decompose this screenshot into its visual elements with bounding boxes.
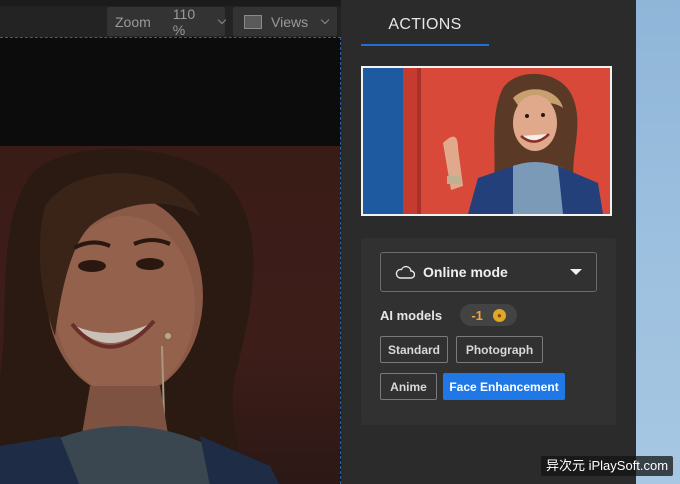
zoom-label: Zoom <box>115 13 151 30</box>
desktop-background-strip <box>636 0 680 484</box>
canvas-photo <box>0 146 340 484</box>
preview-thumbnail <box>361 66 612 216</box>
preview-image <box>363 68 610 214</box>
zoom-value: 110 % <box>172 5 196 38</box>
chevron-down-icon <box>320 15 330 24</box>
model-option-anime[interactable]: Anime <box>380 373 437 400</box>
image-canvas[interactable] <box>0 37 341 484</box>
tab-actions[interactable]: ACTIONS <box>361 6 489 46</box>
views-icon <box>244 14 262 29</box>
cloud-icon <box>395 265 415 279</box>
views-label: Views <box>271 13 309 30</box>
actions-panel: ACTIONS Online mode AI models -1 ● Stand… <box>341 0 636 484</box>
enhance-settings-card: Online mode AI models -1 ● Standard Phot… <box>361 238 616 425</box>
model-option-standard[interactable]: Standard <box>380 336 448 363</box>
mode-select-value: Online mode <box>423 264 508 280</box>
mode-select[interactable]: Online mode <box>380 252 597 292</box>
ai-models-row: AI models -1 ● <box>380 304 518 326</box>
model-option-photograph[interactable]: Photograph <box>456 336 543 363</box>
model-option-face-enhancement[interactable]: Face Enhancement <box>443 373 565 400</box>
ai-models-label: AI models <box>380 307 443 323</box>
zoom-dropdown[interactable]: Zoom 110 % <box>107 5 227 38</box>
credit-cost-value: -1 <box>471 307 483 323</box>
watermark: 异次元 iPlaySoft.com <box>541 456 674 476</box>
views-dropdown[interactable]: Views <box>233 7 337 36</box>
credit-cost-badge: -1 ● <box>460 304 518 326</box>
chevron-down-icon <box>217 15 227 24</box>
portrait-image <box>0 148 279 484</box>
caret-down-icon <box>570 269 582 275</box>
coin-icon: ● <box>492 308 506 322</box>
app-window: Zoom 110 % Views ACTIONS Online mode AI … <box>0 0 680 484</box>
